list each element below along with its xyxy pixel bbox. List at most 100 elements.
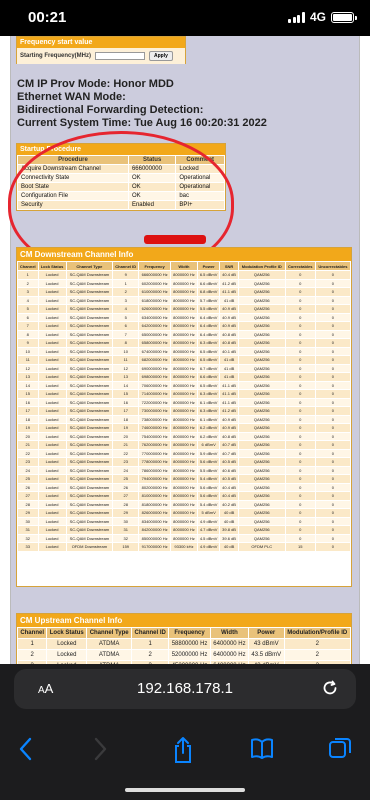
downstream-cell: 40.8 dB [219, 329, 239, 339]
upstream-cell: Locked [46, 638, 88, 650]
downstream-header: Modulation Profile ID [237, 261, 286, 271]
upstream-cell: 1 [16, 638, 48, 650]
share-icon[interactable] [172, 736, 194, 769]
downstream-cell: 5 [112, 312, 140, 322]
downstream-cell: 28 [17, 499, 39, 509]
forward-icon[interactable] [92, 736, 108, 767]
downstream-cell: 690000000 Hz [138, 363, 172, 373]
downstream-cell: 16 [112, 397, 140, 407]
downstream-cell: 40.7 dB [219, 440, 239, 450]
downstream-cell: 0 [284, 397, 316, 407]
downstream-cell: 0 [284, 380, 316, 390]
downstream-cell: 634000000 Hz [138, 312, 172, 322]
downstream-cell: SC-QAM Downstream [65, 397, 114, 407]
downstream-cell: QAM256 [237, 380, 286, 390]
table-row: 14 Locked SC-QAM Downstream 14 706000000 Hz 8… [17, 380, 352, 390]
downstream-cell: 9 [17, 338, 39, 348]
table-row: 30 Locked SC-QAM Downstream 30 834000000 Hz 8… [17, 516, 352, 526]
table-row: 22 Locked SC-QAM Downstream 22 770000000 Hz 8… [17, 448, 352, 458]
downstream-table: Channel Lock Status Channel Type Channel ID… [17, 261, 352, 552]
downstream-cell: 24 [17, 465, 39, 475]
downstream-cell: 8000000 Hz [170, 423, 198, 433]
home-indicator [125, 788, 245, 792]
downstream-cell: 0 [314, 312, 352, 322]
downstream-cell: Locked [37, 465, 67, 475]
downstream-cell: 8000000 Hz [170, 380, 198, 390]
downstream-cell: 0 [284, 508, 316, 518]
downstream-cell: 40.4 dB [219, 270, 239, 280]
upstream-header: Channel [16, 627, 48, 639]
downstream-cell: 666000000 Hz [138, 270, 172, 280]
back-icon[interactable] [18, 736, 34, 767]
downstream-header: Channel [17, 261, 39, 271]
upstream-cell: 52000000 Hz [168, 649, 211, 661]
downstream-cell: 802000000 Hz [138, 482, 172, 492]
downstream-cell: SC-QAM Downstream [65, 287, 114, 297]
downstream-cell: 8000000 Hz [170, 372, 198, 382]
downstream-cell: SC-QAM Downstream [65, 372, 114, 382]
downstream-cell: 27 [17, 491, 39, 501]
downstream-cell: 0 [314, 295, 352, 305]
signal-icon [288, 11, 305, 23]
downstream-cell: 0 [284, 338, 316, 348]
downstream-cell: Locked [37, 363, 67, 373]
device-info: CM IP Prov Mode: Honor MDD Ethernet WAN … [17, 78, 267, 130]
upstream-cell: ATDMA [86, 638, 133, 650]
downstream-cell: QAM256 [237, 525, 286, 535]
apply-button[interactable]: Apply [149, 51, 173, 61]
table-row: 13 Locked SC-QAM Downstream 13 698000000 Hz 8… [17, 372, 352, 382]
downstream-cell: 8000000 Hz [170, 406, 198, 416]
downstream-cell: 0 [284, 482, 316, 492]
downstream-cell: 0 [314, 525, 352, 535]
downstream-cell: Locked [37, 329, 67, 339]
address-bar[interactable]: AA 192.168.178.1 [14, 669, 356, 709]
downstream-cell: SC-QAM Downstream [65, 389, 114, 399]
downstream-cell: 6 [112, 321, 140, 331]
downstream-cell: 6.5 dBmV [196, 355, 221, 365]
downstream-cell: 8000000 Hz [170, 287, 198, 297]
downstream-cell: 778000000 Hz [138, 457, 172, 467]
downstream-cell: Locked [37, 355, 67, 365]
downstream-cell: 8000000 Hz [170, 516, 198, 526]
frequency-input[interactable] [95, 52, 146, 60]
reload-icon[interactable] [320, 678, 340, 703]
downstream-cell: 674000000 Hz [138, 346, 172, 356]
downstream-cell: 40 dB [219, 516, 239, 526]
downstream-cell: 8000000 Hz [170, 414, 198, 424]
web-page[interactable]: Frequency start value Starting Frequency… [0, 36, 370, 664]
bookmarks-icon[interactable] [250, 736, 274, 765]
downstream-cell: 610000000 Hz [138, 287, 172, 297]
table-row: 16 Locked SC-QAM Downstream 16 722000000 Hz 8… [17, 397, 352, 407]
downstream-cell: 40.9 dB [219, 321, 239, 331]
downstream-cell: 0 [314, 457, 352, 467]
downstream-cell: 40 dB [219, 508, 239, 518]
downstream-cell: 31 [112, 525, 140, 535]
downstream-cell: QAM256 [237, 474, 286, 484]
downstream-cell: 40.1 dB [219, 346, 239, 356]
table-row: 7 Locked SC-QAM Downstream 6 642000000 Hz 800… [17, 321, 352, 331]
url-text[interactable]: 192.168.178.1 [14, 680, 356, 697]
downstream-cell: 6.3 dBmV [196, 338, 221, 348]
downstream-header: Frequency [138, 261, 172, 271]
downstream-cell: QAM256 [237, 287, 286, 297]
downstream-cell: Locked [37, 482, 67, 492]
downstream-cell: 0 [314, 406, 352, 416]
status-indicators: 4G [288, 10, 357, 24]
tabs-icon[interactable] [328, 736, 352, 765]
downstream-cell: OFDM PLC [237, 542, 286, 552]
downstream-cell: 8000000 Hz [170, 448, 198, 458]
downstream-cell: 842000000 Hz [138, 525, 172, 535]
downstream-cell: 25 [17, 474, 39, 484]
downstream-cell: 0 [284, 516, 316, 526]
downstream-cell: 0 [314, 270, 352, 280]
upstream-cell: Locked [46, 649, 88, 661]
downstream-cell: 5.6 dBmV [196, 457, 221, 467]
downstream-cell: Locked [37, 270, 67, 280]
downstream-cell: SC-QAM Downstream [65, 525, 114, 535]
table-row: 20 Locked SC-QAM Downstream 20 754000000 Hz 8… [17, 431, 352, 441]
downstream-cell: 810000000 Hz [138, 491, 172, 501]
downstream-cell: QAM256 [237, 448, 286, 458]
downstream-cell: 27 [112, 491, 140, 501]
downstream-cell: 786000000 Hz [138, 465, 172, 475]
system-time: Current System Time: Tue Aug 16 00:20:31… [17, 117, 267, 129]
